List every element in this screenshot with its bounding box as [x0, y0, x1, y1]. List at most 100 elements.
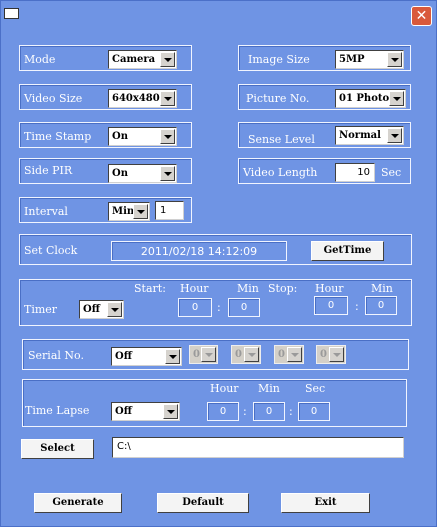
picture-no-group: Picture No. 01 Photo	[238, 84, 411, 110]
video-size-value: 640x480	[112, 93, 160, 104]
serial-no-label: Serial No.	[28, 349, 84, 362]
time-separator: :	[243, 405, 247, 418]
serial-digit-1-value: 0	[193, 349, 200, 360]
chevron-down-icon	[244, 347, 259, 362]
chevron-down-icon	[387, 128, 402, 143]
side-pir-group: Side PIR On	[19, 158, 192, 184]
path-input[interactable]: C:\	[112, 437, 404, 458]
exit-button[interactable]: Exit	[281, 493, 370, 513]
chevron-down-icon	[389, 91, 404, 106]
mode-select[interactable]: Camera	[108, 50, 177, 69]
side-pir-value: On	[112, 168, 128, 179]
image-size-value: 5MP	[339, 54, 365, 65]
video-size-label: Video Size	[24, 92, 83, 105]
video-length-input[interactable]: 10	[335, 163, 375, 182]
chevron-down-icon	[160, 129, 175, 144]
chevron-down-icon	[165, 349, 180, 364]
side-pir-select[interactable]: On	[108, 164, 177, 183]
timer-start-min-label: Min	[237, 282, 259, 295]
serial-digit-4-value: 0	[320, 349, 327, 360]
clock-display: 2011/02/18 14:12:09	[111, 241, 287, 261]
image-size-label: Image Size	[248, 53, 310, 66]
sense-level-group: Sense Level Normal	[238, 122, 411, 148]
timer-group: Timer Off Start: Hour Min Stop: Hour Min…	[19, 279, 412, 326]
chevron-down-icon	[160, 91, 175, 106]
picture-no-label: Picture No.	[246, 92, 310, 105]
title-bar: ✕	[1, 1, 436, 30]
sense-level-value: Normal	[339, 130, 381, 141]
serial-digit-4-select[interactable]: 0	[316, 345, 346, 364]
chevron-down-icon	[329, 347, 344, 362]
get-time-button[interactable]: GetTime	[311, 241, 384, 261]
image-size-select[interactable]: 5MP	[335, 50, 404, 69]
chevron-down-icon	[107, 302, 122, 317]
timer-start-label: Start:	[134, 282, 166, 295]
serial-digit-1-select[interactable]: 0	[189, 345, 218, 364]
time-lapse-hour-input: 0	[207, 402, 239, 421]
chevron-down-icon	[201, 347, 216, 362]
video-size-select[interactable]: 640x480	[108, 89, 177, 108]
timer-stop-hour-label: Hour	[315, 282, 344, 295]
mode-group: Mode Camera	[19, 45, 192, 71]
time-lapse-min-label: Min	[258, 382, 280, 395]
time-lapse-value: Off	[115, 406, 132, 417]
mode-value: Camera	[112, 54, 156, 65]
timer-stop-min-input: 0	[365, 296, 397, 315]
time-lapse-select[interactable]: Off	[111, 402, 180, 421]
serial-digit-3-select[interactable]: 0	[274, 345, 304, 364]
side-pir-label: Side PIR	[24, 164, 73, 177]
interval-input[interactable]: 1	[155, 201, 184, 220]
interval-unit-select[interactable]: Min	[108, 202, 150, 221]
time-stamp-label: Time Stamp	[24, 130, 92, 143]
time-stamp-value: On	[112, 131, 128, 142]
video-length-unit: Sec	[381, 166, 402, 179]
chevron-down-icon	[387, 52, 402, 67]
time-lapse-min-input: 0	[253, 402, 285, 421]
serial-no-select[interactable]: Off	[111, 347, 182, 366]
chevron-down-icon	[133, 204, 148, 219]
serial-digit-3-value: 0	[278, 349, 285, 360]
sense-level-label: Sense Level	[248, 133, 315, 146]
timer-start-hour-label: Hour	[180, 282, 209, 295]
serial-digit-2-select[interactable]: 0	[231, 345, 261, 364]
serial-no-group: Serial No. Off 0 0 0 0	[22, 339, 409, 370]
picture-no-select[interactable]: 01 Photo	[335, 89, 406, 108]
time-separator: :	[289, 405, 293, 418]
set-clock-group: Set Clock 2011/02/18 14:12:09 GetTime	[19, 234, 412, 265]
time-lapse-group: Time Lapse Off Hour Min Sec 0 : 0 : 0	[22, 379, 407, 427]
timer-select[interactable]: Off	[79, 300, 124, 319]
time-stamp-select[interactable]: On	[108, 127, 177, 146]
interval-unit-value: Min	[112, 206, 135, 217]
video-length-label: Video Length	[243, 166, 318, 179]
time-lapse-hour-label: Hour	[210, 382, 239, 395]
generate-button[interactable]: Generate	[34, 493, 122, 513]
mode-label: Mode	[24, 53, 56, 66]
time-separator: :	[217, 301, 221, 314]
select-path-button[interactable]: Select	[21, 439, 94, 459]
chevron-down-icon	[160, 166, 175, 181]
interval-label: Interval	[24, 205, 68, 218]
time-stamp-group: Time Stamp On	[19, 122, 192, 148]
chevron-down-icon	[163, 404, 178, 419]
timer-start-min-input: 0	[228, 298, 260, 317]
sense-level-select[interactable]: Normal	[335, 126, 404, 145]
default-button[interactable]: Default	[157, 493, 249, 513]
interval-group: Interval Min 1	[19, 197, 192, 223]
video-length-group: Video Length 10 Sec	[238, 158, 411, 184]
serial-no-value: Off	[115, 351, 132, 362]
image-size-group: Image Size 5MP	[238, 45, 411, 71]
close-button[interactable]: ✕	[411, 6, 432, 26]
timer-start-hour-input: 0	[178, 298, 212, 317]
video-size-group: Video Size 640x480	[19, 84, 192, 110]
timer-value: Off	[83, 304, 100, 315]
timer-stop-hour-input: 0	[314, 296, 348, 315]
set-clock-label: Set Clock	[24, 244, 78, 257]
time-lapse-label: Time Lapse	[25, 404, 90, 417]
time-lapse-sec-label: Sec	[305, 382, 326, 395]
timer-stop-min-label: Min	[371, 282, 393, 295]
app-icon	[4, 8, 19, 19]
chevron-down-icon	[160, 52, 175, 67]
time-separator: :	[355, 300, 359, 313]
settings-window: ✕ Mode Camera Image Size 5MP Video Size …	[0, 0, 437, 527]
timer-stop-label: Stop:	[268, 282, 298, 295]
